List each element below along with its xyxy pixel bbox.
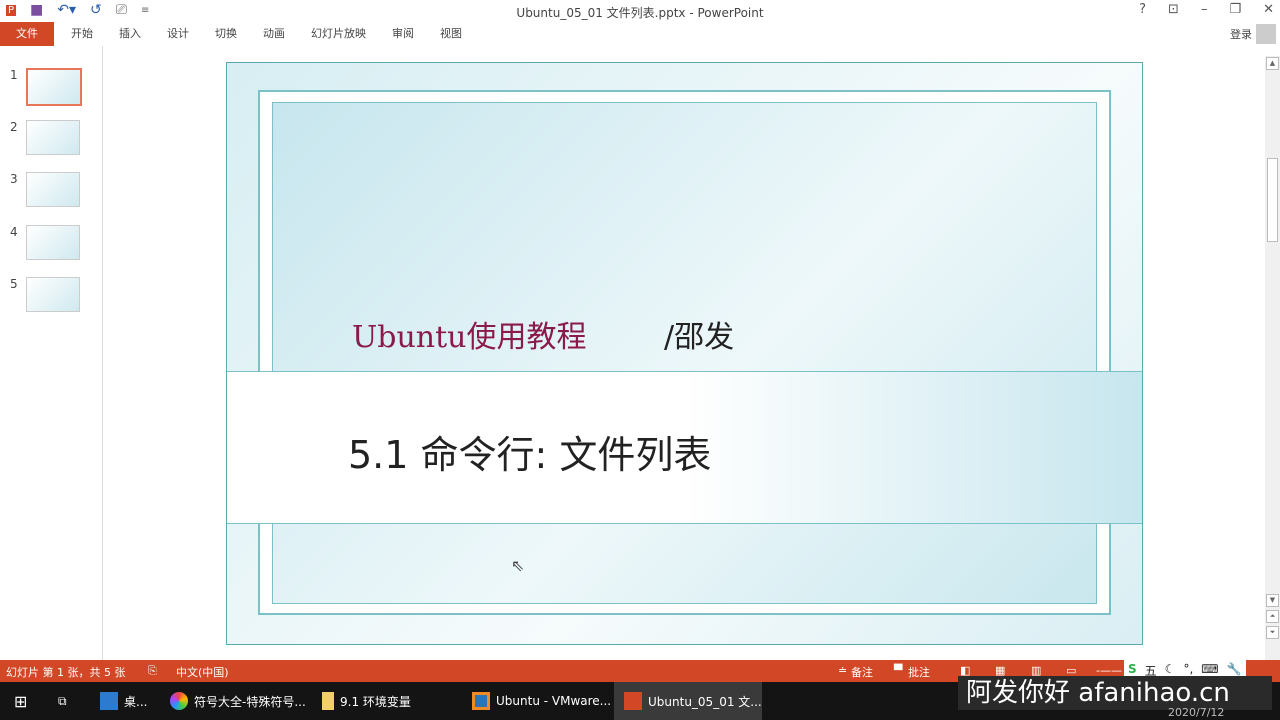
slide-thumbnail[interactable]: 2 (10, 120, 80, 155)
taskbar-item[interactable]: Ubuntu - VMware... (472, 682, 611, 720)
slide-number: 3 (10, 172, 18, 186)
taskbar-item[interactable]: 符号大全-特殊符号... (170, 682, 306, 720)
tab-view[interactable]: 视图 (427, 22, 475, 46)
taskbar-item-label: 9.1 环境变量 (340, 694, 411, 709)
task-view-button[interactable]: ⧉ (58, 682, 67, 720)
browser-icon (170, 692, 188, 710)
slide-subtitle[interactable]: Ubuntu使用教程 (352, 312, 587, 356)
ribbon-tabs: 文件 开始 插入 设计 切换 动画 幻灯片放映 审阅 视图 (0, 22, 1280, 46)
taskbar-item[interactable]: 9.1 环境变量 (322, 682, 411, 720)
tab-home[interactable]: 开始 (58, 22, 106, 46)
slide-thumbnails-pane: 1 2 3 4 5 (0, 46, 103, 660)
slide-thumbnail[interactable]: 4 (10, 225, 80, 260)
mouse-cursor-icon: ⇖ (511, 556, 525, 575)
close-icon[interactable]: ✕ (1263, 2, 1274, 17)
comments-icon[interactable]: ▀ (894, 664, 902, 677)
ribbon-display-icon[interactable]: ⊡ (1168, 2, 1179, 17)
thumbnail-image (26, 68, 82, 106)
slide-number: 2 (10, 120, 18, 134)
tab-slideshow[interactable]: 幻灯片放映 (298, 22, 379, 46)
next-slide-icon[interactable]: ⏷ (1266, 626, 1279, 639)
powerpoint-icon (624, 692, 642, 710)
thumbnail-image (26, 225, 80, 260)
previous-slide-icon[interactable]: ⏶ (1266, 610, 1279, 623)
tab-file[interactable]: 文件 (0, 22, 54, 46)
login-link[interactable]: 登录 (1230, 26, 1252, 42)
notes-button[interactable]: 备注 (851, 664, 873, 680)
task-view-icon: ⧉ (58, 693, 67, 708)
start-button[interactable]: ⊞ (14, 682, 27, 720)
slide-number: 1 (10, 68, 18, 82)
slide-thumbnail[interactable]: 5 (10, 277, 80, 312)
scroll-up-icon[interactable]: ▲ (1266, 57, 1279, 70)
window-controls: ? ⊡ – ❐ ✕ (1139, 2, 1274, 17)
app-icon (100, 692, 118, 710)
taskbar-item-label: Ubuntu_05_01 文... (648, 694, 762, 709)
window-title: Ubuntu_05_01 文件列表.pptx - PowerPoint (516, 6, 764, 20)
clock-date: 2020/7/12 (1168, 706, 1225, 719)
restore-icon[interactable]: ❐ (1229, 2, 1241, 17)
taskbar-item-label: 桌... (124, 694, 148, 709)
taskbar-item[interactable]: 桌... (100, 682, 147, 720)
tab-design[interactable]: 设计 (154, 22, 202, 46)
taskbar-item-active[interactable]: Ubuntu_05_01 文... (614, 682, 762, 720)
slide-thumbnail[interactable]: 3 (10, 172, 80, 207)
help-button[interactable]: ? (1139, 2, 1146, 17)
thumbnail-image (26, 172, 80, 207)
tab-insert[interactable]: 插入 (106, 22, 154, 46)
title-bar: P ■ ↶▾ ↺ ⎚ ≡ Ubuntu_05_01 文件列表.pptx - Po… (0, 0, 1280, 22)
scrollbar-thumb[interactable] (1267, 158, 1278, 242)
vertical-scrollbar[interactable] (1265, 56, 1280, 660)
taskbar-item-label: 符号大全-特殊符号... (194, 694, 306, 709)
taskbar-item-label: Ubuntu - VMware... (496, 694, 612, 708)
spellcheck-icon[interactable]: ⎘ (148, 664, 157, 678)
avatar[interactable] (1256, 24, 1276, 44)
watermark: 阿发你好 afanihao.cn (958, 676, 1272, 710)
thumbnail-image (26, 120, 80, 155)
tab-transitions[interactable]: 切换 (202, 22, 250, 46)
slide-title[interactable]: 5.1 命令行: 文件列表 (348, 424, 711, 479)
slide-author[interactable]: /邵发 (664, 312, 734, 356)
tab-animations[interactable]: 动画 (250, 22, 298, 46)
scroll-down-icon[interactable]: ▼ (1266, 594, 1279, 607)
slide-number: 5 (10, 277, 18, 291)
minimize-icon[interactable]: – (1201, 2, 1208, 17)
slide-thumbnail[interactable]: 1 (10, 68, 82, 106)
folder-icon (322, 692, 334, 710)
notes-icon[interactable]: ≐ (838, 664, 847, 677)
slide-number: 4 (10, 225, 18, 239)
vmware-icon (472, 692, 490, 710)
language[interactable]: 中文(中国) (176, 664, 229, 680)
thumbnail-image (26, 277, 80, 312)
windows-icon: ⊞ (14, 691, 28, 711)
comments-button[interactable]: 批注 (908, 664, 930, 680)
tab-review[interactable]: 审阅 (379, 22, 427, 46)
slide-info: 幻灯片 第 1 张，共 5 张 (6, 666, 126, 679)
